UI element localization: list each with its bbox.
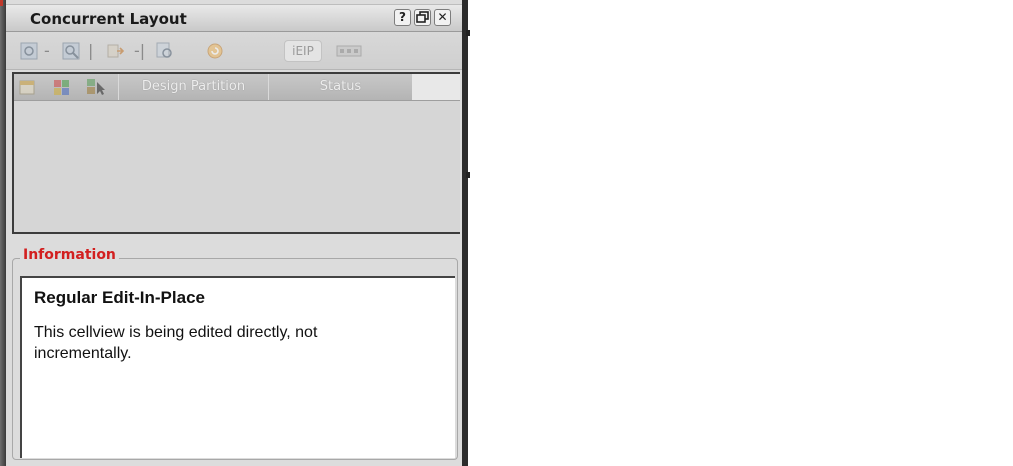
information-box: Regular Edit-In-Place This cellview is b…: [20, 276, 455, 458]
partition-table: Design Partition Status: [12, 72, 460, 234]
float-window-icon: [416, 11, 429, 23]
toolbar-separator: |: [88, 41, 94, 60]
header-filler: [412, 74, 460, 100]
close-button[interactable]: ✕: [434, 9, 451, 26]
information-legend: Information: [20, 247, 119, 263]
panel-titlebar[interactable]: Concurrent Layout ? ✕: [6, 4, 462, 32]
config-icon[interactable]: [336, 42, 362, 60]
edit-icon[interactable]: [156, 42, 174, 60]
information-title: Regular Edit-In-Place: [34, 288, 205, 307]
app-canvas: Concurrent Layout ? ✕ - | -| iEIP Design…: [0, 0, 1013, 466]
concurrent-layout-panel: Concurrent Layout ? ✕ - | -| iEIP Design…: [6, 0, 462, 466]
refresh-icon[interactable]: [206, 42, 224, 60]
push-icon[interactable]: [106, 42, 124, 60]
help-icon: ?: [399, 10, 406, 24]
window-frame-right: [462, 0, 468, 466]
panel-title: Concurrent Layout: [30, 10, 187, 28]
frame-accent: [0, 0, 3, 6]
partition-color-icon[interactable]: [52, 78, 72, 96]
column-design-partition[interactable]: Design Partition: [118, 74, 268, 100]
float-button[interactable]: [414, 9, 431, 26]
toolbar-separator: -: [44, 41, 50, 60]
zoom-in-icon[interactable]: [62, 42, 80, 60]
toolbar-separator: -|: [134, 41, 146, 60]
new-partition-icon[interactable]: [18, 78, 38, 96]
close-icon: ✕: [437, 10, 448, 24]
column-status[interactable]: Status: [268, 74, 412, 100]
frame-mark: [466, 30, 470, 36]
panel-toolbar: - | -| iEIP: [6, 32, 462, 70]
partition-table-header: Design Partition Status: [14, 74, 460, 101]
frame-mark: [466, 172, 470, 178]
ieip-button[interactable]: iEIP: [284, 40, 322, 62]
information-body: This cellview is being edited directly, …: [34, 324, 318, 362]
help-button[interactable]: ?: [394, 9, 411, 26]
zoom-fit-icon[interactable]: [20, 42, 38, 60]
partition-table-body[interactable]: [14, 101, 460, 232]
select-partition-icon[interactable]: [86, 78, 106, 96]
